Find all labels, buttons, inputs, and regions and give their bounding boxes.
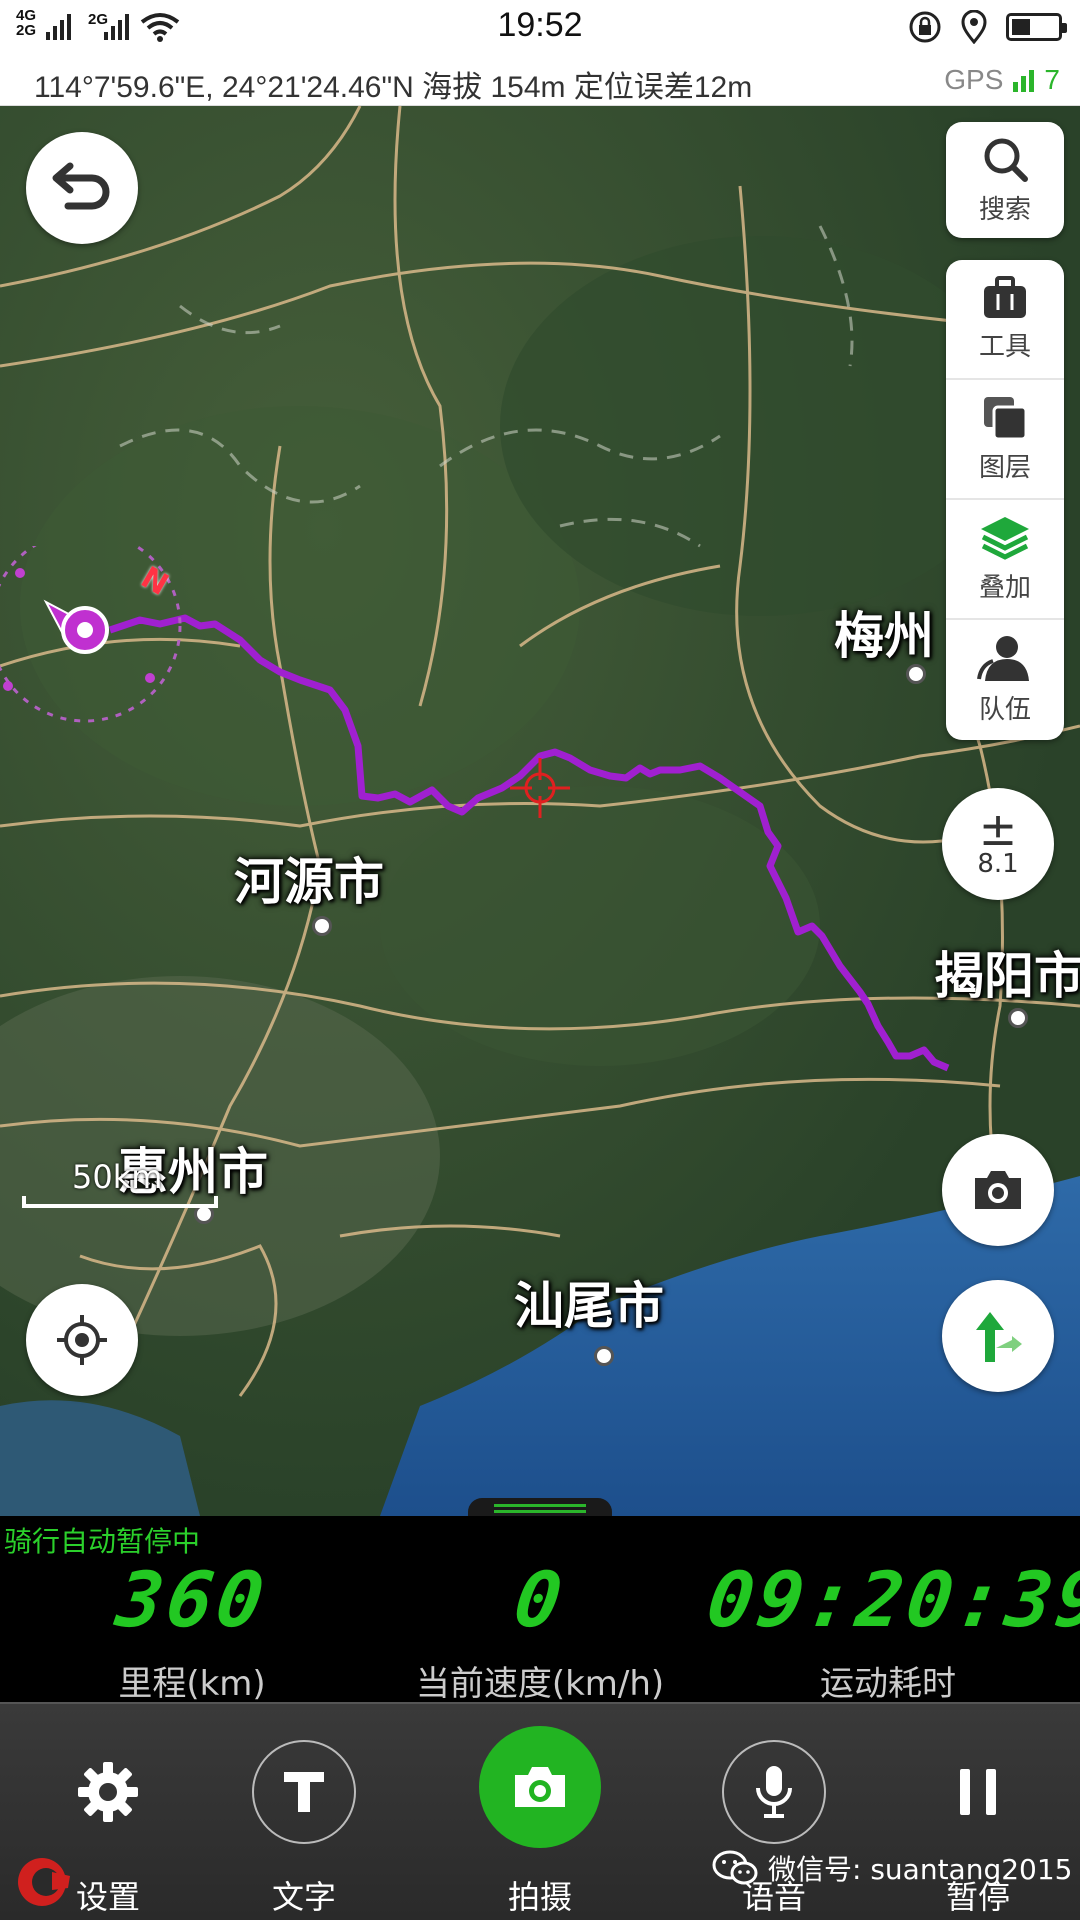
search-button[interactable]: 搜索 (946, 122, 1064, 238)
camera-icon (515, 1767, 565, 1807)
camera-icon (975, 1171, 1021, 1209)
pause-icon-wrap (926, 1740, 1030, 1844)
location-icon (961, 10, 987, 44)
toolbox-icon (984, 275, 1026, 318)
microphone-icon (756, 1766, 792, 1818)
navigation-arrow-icon (976, 1312, 1022, 1362)
gear-icon (78, 1762, 138, 1822)
duration-stat: 09:20:39 运动耗时 (702, 1555, 1080, 1705)
map-view[interactable]: N 梅州 河源市 揭阳市 惠州市 汕尾市 搜索 工具 图层 叠加 队伍 ± 8.… (0, 106, 1080, 1516)
overlay-button[interactable]: 叠加 (946, 500, 1064, 620)
tools-label: 工具 (978, 331, 1031, 362)
locate-me-button[interactable] (26, 1284, 138, 1396)
layers-label: 图层 (978, 452, 1031, 483)
battery-icon (1006, 13, 1067, 41)
text-t-icon (284, 1772, 324, 1812)
duration-label: 运动耗时 (820, 1664, 956, 1704)
overlay-label: 叠加 (978, 572, 1031, 603)
city-label-heyuan: 河源市 (234, 853, 384, 911)
distance-label: 里程(km) (118, 1664, 266, 1704)
auto-pause-status: 骑行自动暂停中 (4, 1525, 201, 1558)
speed-label: 当前速度(km/h) (415, 1664, 665, 1704)
layers-button[interactable]: 图层 (946, 380, 1064, 500)
gps-label: GPS (944, 64, 1004, 95)
text-label: 文字 (271, 1878, 336, 1916)
city-marker-meizhou (906, 664, 926, 684)
tools-panel: 工具 图层 叠加 队伍 (946, 260, 1064, 740)
watermark-text: 微信号: suantang2015 (768, 1853, 1073, 1886)
search-panel: 搜索 (946, 122, 1064, 238)
coordinates-text: 114°7'59.6"E, 24°21'24.46"N 海拔 154m 定位误差… (34, 71, 753, 104)
capture-label: 拍摄 (507, 1878, 572, 1916)
back-arrow-icon (52, 162, 110, 210)
duration-value: 09:20:39 (701, 1555, 1080, 1644)
gps-status: GPS 7 (944, 64, 1060, 96)
publisher-logo (18, 1858, 70, 1906)
center-crosshair-icon (510, 758, 570, 818)
rotation-lock-icon (909, 11, 941, 43)
team-user-icon (977, 635, 1029, 681)
gps-signal-icon (1013, 68, 1035, 92)
speed-value: 0 (508, 1555, 572, 1644)
zoom-control[interactable]: ± 8.1 (942, 788, 1054, 900)
scale-label: 50km (72, 1158, 163, 1196)
search-icon (984, 138, 1028, 182)
team-label: 队伍 (978, 694, 1031, 725)
city-marker-shanwei (594, 1346, 614, 1366)
zoom-plus-minus-icon: ± (978, 802, 1018, 856)
tools-button[interactable]: 工具 (946, 260, 1064, 380)
wechat-watermark: 微信号: suantang2015 (712, 1848, 1073, 1888)
zoom-level: 8.1 (977, 849, 1019, 879)
capture-icon-wrap (479, 1726, 601, 1848)
search-label: 搜索 (978, 194, 1031, 225)
locate-target-icon (57, 1315, 107, 1365)
gps-satellite-count: 7 (1044, 64, 1060, 95)
city-marker-jieyang (1008, 1008, 1028, 1028)
team-button[interactable]: 队伍 (946, 620, 1064, 740)
map-camera-button[interactable] (942, 1134, 1054, 1246)
city-label-meizhou: 梅州 (834, 607, 934, 665)
voice-icon-wrap (722, 1740, 826, 1844)
ride-stats-panel: 骑行自动暂停中 360 里程(km) 0 当前速度(km/h) 09:20:39… (0, 1516, 1080, 1705)
pause-icon (960, 1769, 996, 1815)
city-label-shanwei: 汕尾市 (514, 1277, 664, 1335)
navigation-button[interactable] (942, 1280, 1054, 1392)
city-label-jieyang: 揭阳市 (934, 947, 1080, 1005)
back-button[interactable] (26, 132, 138, 244)
settings-icon-wrap (56, 1740, 160, 1844)
wechat-icon (712, 1850, 758, 1885)
city-marker-heyuan (312, 916, 332, 936)
distance-value: 360 (111, 1555, 273, 1644)
overlay-stack-icon (981, 516, 1029, 560)
text-note-button[interactable]: 文字 (196, 1704, 412, 1920)
speed-stat: 0 当前速度(km/h) (360, 1555, 720, 1705)
scale-line (22, 1196, 218, 1208)
capture-button[interactable]: 拍摄 (432, 1704, 648, 1920)
text-icon-wrap (252, 1740, 356, 1844)
panel-drag-handle[interactable] (468, 1498, 612, 1516)
status-bar: 4G 2G 2G 19:52 (0, 0, 1080, 56)
layers-icon (984, 396, 1028, 440)
location-info-bar: 114°7'59.6"E, 24°21'24.46"N 海拔 154m 定位误差… (0, 56, 1080, 106)
distance-stat: 360 里程(km) (12, 1555, 372, 1705)
map-scale-bar: 50km (22, 1158, 218, 1208)
